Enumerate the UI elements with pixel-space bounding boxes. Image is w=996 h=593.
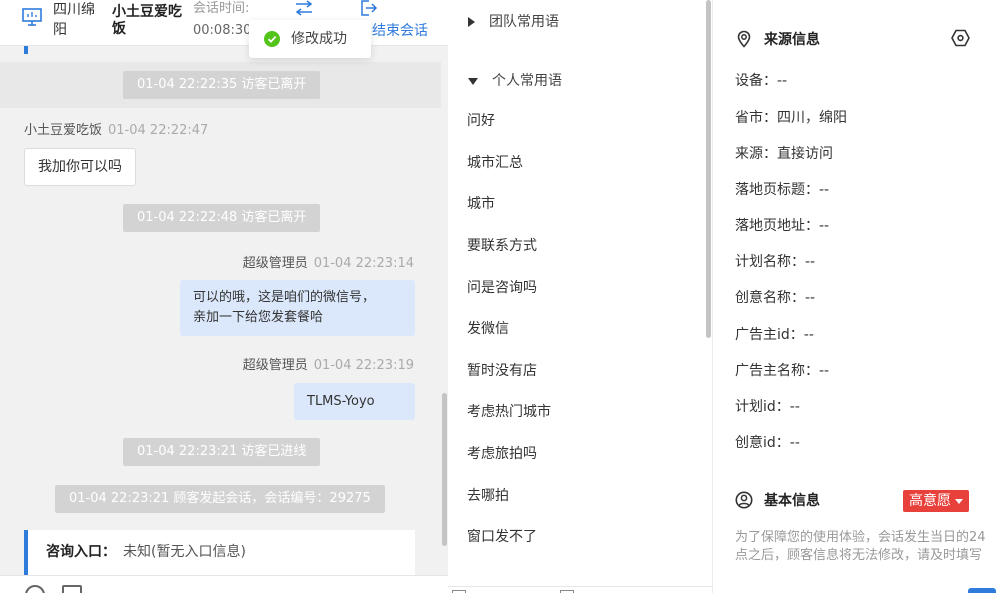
message-meta: 小土豆爱吃饭 01-04 22:22:47 (24, 122, 208, 140)
info-field: 创意id：-- (735, 435, 800, 451)
info-field: 来源：直接访问 (735, 146, 833, 162)
user-circle-icon (735, 491, 753, 509)
caret-down-icon (955, 498, 963, 504)
exit-icon[interactable] (360, 0, 378, 16)
visitor-location: 四川绵阳 (53, 2, 95, 38)
phrase-item[interactable]: 城市汇总 (467, 154, 523, 172)
system-message: 01-04 22:23:21 访客已进线 (123, 438, 321, 466)
message-time: 01-04 22:22:47 (108, 123, 209, 138)
monitor-icon (22, 8, 42, 26)
phrases-footer (448, 586, 713, 593)
corner-button[interactable] (968, 588, 996, 593)
success-check-icon (264, 31, 280, 47)
intent-level-select[interactable]: 高意愿 (903, 490, 969, 512)
message-sender: 超级管理员 (242, 256, 308, 271)
info-field: 广告主id：-- (735, 327, 814, 343)
chat-scrollbar[interactable] (442, 393, 447, 546)
phrases-pane: 团队常用语 个人常用语 问好 城市汇总 城市 要联系方式 问是咨询吗 发微信 暂… (448, 0, 713, 593)
entry-label: 咨询入口： (46, 544, 116, 560)
system-message: 01-04 22:22:48 访客已离开 (123, 204, 321, 232)
outgoing-bubble: 可以的哦，这是咱们的微信号， 亲加一下给您发套餐哈 (180, 280, 415, 336)
phrase-item[interactable]: 问是咨询吗 (467, 279, 537, 297)
chat-header: 四川绵阳 小土豆爱吃饭 会话时间: 00:08:30 结束会话 (0, 0, 448, 46)
info-field: 落地页地址：-- (735, 218, 830, 234)
intent-level-label: 高意愿 (909, 493, 951, 509)
entry-value: 未知(暂无入口信息) (123, 544, 246, 560)
phrase-item[interactable]: 考虑热门城市 (467, 403, 551, 421)
info-field: 设备：-- (735, 73, 788, 89)
info-field: 广告主名称：-- (735, 363, 830, 379)
session-time-value: 00:08:30 (193, 23, 252, 38)
caret-down-icon (468, 77, 478, 85)
edit-notice: 为了保障您的使用体验，会话发生当日的24点之后，顾客信息将无法修改，请及时填写 (735, 530, 986, 563)
basic-info-title: 基本信息 (764, 493, 820, 509)
info-field: 创意名称：-- (735, 290, 816, 306)
phrases-scrollbar[interactable] (706, 0, 711, 338)
phrase-item[interactable]: 考虑旅拍吗 (467, 445, 537, 463)
info-field: 计划id：-- (735, 399, 800, 415)
group-label: 个人常用语 (492, 73, 562, 89)
chat-pane: 四川绵阳 小土豆爱吃饭 会话时间: 00:08:30 结束会话 01-04 22… (0, 0, 448, 593)
bubble-line: 亲加一下给您发套餐哈 (193, 310, 324, 325)
message-meta: 超级管理员 01-04 22:23:14 (243, 255, 414, 273)
outgoing-bubble: TLMS-Yoyo (294, 383, 415, 420)
phrase-group-personal[interactable]: 个人常用语 (468, 72, 562, 90)
incoming-bubble: 我加你可以吗 (24, 148, 136, 186)
chat-toolbar (0, 575, 448, 593)
location-pin-icon (735, 30, 753, 48)
phrase-item[interactable]: 城市 (467, 195, 495, 213)
file-icon[interactable] (62, 585, 82, 593)
app-root: 四川绵阳 小土豆爱吃饭 会话时间: 00:08:30 结束会话 01-04 22… (0, 0, 996, 593)
transfer-icon[interactable] (294, 0, 314, 16)
system-message: 01-04 22:23:21 顾客发起会话，会话编号：29275 (55, 485, 385, 513)
message-meta: 超级管理员 01-04 22:23:19 (243, 357, 414, 375)
header-accent-bar (24, 46, 28, 54)
system-message: 01-04 22:22:35 访客已离开 (123, 71, 321, 99)
info-field: 落地页标题：-- (735, 182, 830, 198)
phrase-item[interactable]: 窗口发不了 (467, 528, 537, 546)
phrase-item[interactable]: 暂时没有店 (467, 362, 537, 380)
emoji-icon[interactable] (25, 585, 45, 593)
message-time: 01-04 22:23:14 (313, 256, 414, 271)
info-field: 省市：四川，绵阳 (735, 110, 847, 126)
source-info-title: 来源信息 (764, 32, 820, 48)
message-sender: 超级管理员 (242, 358, 308, 373)
toast-message: 修改成功 (291, 31, 347, 47)
success-toast: 修改成功 (249, 20, 371, 58)
phrase-item[interactable]: 去哪拍 (467, 487, 509, 505)
info-field: 计划名称：-- (735, 254, 816, 270)
info-pane: 来源信息 设备：-- 省市：四川，绵阳 来源：直接访问 落地页标题：-- 落地页… (713, 0, 996, 593)
phrase-item[interactable]: 发微信 (467, 320, 509, 338)
visitor-name: 小土豆爱吃饭 (112, 4, 182, 37)
session-time-label: 会话时间: (193, 1, 250, 16)
system-band: 01-04 22:22:35 访客已离开 (0, 62, 441, 108)
phrase-item[interactable]: 要联系方式 (467, 237, 537, 255)
phrase-group-team[interactable]: 团队常用语 (468, 13, 559, 31)
group-label: 团队常用语 (489, 14, 559, 30)
bubble-line: 可以的哦，这是咱们的微信号， (193, 290, 376, 305)
entry-card: 咨询入口： 未知(暂无入口信息) (24, 530, 415, 575)
caret-right-icon (468, 17, 475, 27)
settings-hex-icon[interactable] (951, 29, 970, 47)
phrase-item[interactable]: 问好 (467, 112, 495, 130)
end-session-button[interactable]: 结束会话 (372, 22, 428, 40)
message-time: 01-04 22:23:19 (313, 358, 414, 373)
message-sender: 小土豆爱吃饭 (24, 123, 103, 138)
